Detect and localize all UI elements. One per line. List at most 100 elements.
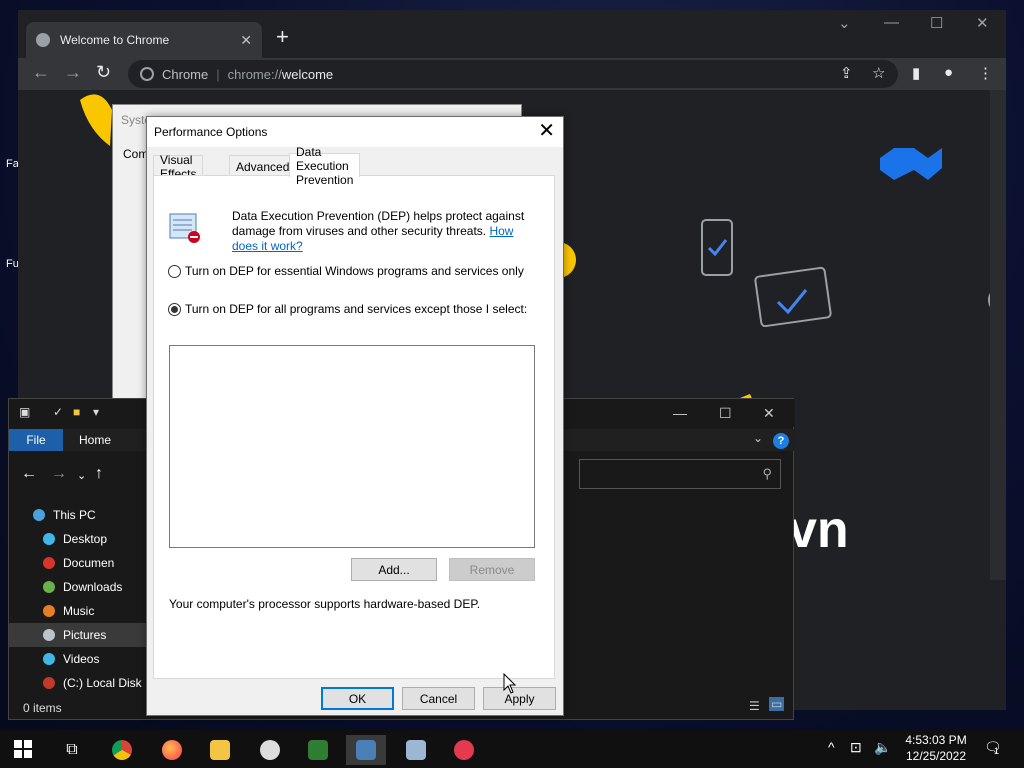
performance-options-dialog: Performance Options ✕ Visual Effects Adv…	[146, 116, 564, 716]
address-bar[interactable]: Chrome | chrome:// welcome	[128, 60, 898, 88]
qat-dropdown-icon[interactable]: ▾	[93, 405, 99, 419]
recent-locations-icon[interactable]: ⌄	[77, 469, 86, 482]
tree-item[interactable]: Documen	[9, 551, 149, 575]
new-tab-button[interactable]: +	[276, 24, 289, 50]
tab-data-execution-prevention[interactable]: Data Execution Prevention	[289, 145, 361, 187]
tab-file[interactable]: File	[9, 429, 63, 451]
tree-item[interactable]: Downloads	[9, 575, 149, 599]
clock-app-taskbar-icon[interactable]	[250, 735, 290, 765]
page-scrollbar[interactable]	[990, 90, 1006, 580]
profile-icon[interactable]: ●	[944, 64, 953, 81]
windows-start-icon[interactable]	[14, 740, 32, 758]
tab-search-icon[interactable]: ⌄	[838, 14, 851, 32]
mouse-cursor-icon	[503, 673, 517, 694]
exception-programs-list[interactable]	[169, 345, 535, 548]
tab-title: Welcome to Chrome	[60, 33, 170, 47]
cancel-button[interactable]: Cancel	[402, 687, 475, 710]
forward-icon[interactable]: →	[64, 62, 82, 83]
tab-home[interactable]: Home	[71, 429, 119, 451]
omnibox-scheme: chrome://	[227, 66, 282, 82]
forward-icon[interactable]: →	[51, 465, 67, 483]
ok-button[interactable]: OK	[321, 687, 394, 710]
maximize-icon[interactable]: ☐	[719, 405, 732, 422]
desktop-label[interactable]: Fu	[6, 258, 19, 270]
desktop-label[interactable]: Fa	[6, 158, 19, 170]
tree-item[interactable]: Videos	[9, 647, 149, 671]
dep-shield-icon	[169, 213, 200, 243]
tree-item-label: Videos	[63, 652, 100, 666]
image-viewer-taskbar-icon[interactable]	[396, 735, 436, 765]
tab-advanced[interactable]: Advanced	[229, 155, 297, 177]
tab-computer-name[interactable]: Com	[123, 147, 148, 161]
notifications-icon[interactable]: 🗨	[984, 739, 1002, 756]
close-icon[interactable]: ✕	[240, 32, 252, 49]
taskbar-clock[interactable]: 4:53:03 PM 12/25/2022	[896, 732, 976, 764]
radio-essential[interactable]	[168, 264, 181, 278]
tree-item-icon	[43, 653, 55, 665]
tree-item-label: Documen	[63, 556, 115, 570]
back-icon[interactable]: ←	[32, 62, 50, 83]
omnibox-site: Chrome	[162, 66, 209, 82]
dialog-titlebar: Performance Options ✕	[147, 117, 563, 147]
omnibox-divider: |	[216, 66, 220, 82]
back-icon[interactable]: ←	[21, 465, 37, 483]
tree-item-label: Pictures	[63, 628, 107, 642]
globe-icon	[36, 33, 50, 47]
tree-item[interactable]: Pictures	[9, 623, 149, 647]
bookmark-star-icon[interactable]: ☆	[872, 64, 885, 82]
radio-all-programs[interactable]	[168, 302, 181, 316]
up-icon[interactable]: ↑	[95, 465, 103, 483]
tree-item[interactable]: (C:) Local Disk	[9, 671, 149, 695]
maximize-icon[interactable]: ☐	[930, 14, 943, 32]
help-icon[interactable]: ?	[773, 433, 789, 449]
remove-button[interactable]: Remove	[449, 558, 535, 581]
tree-item-icon	[43, 533, 55, 545]
tab-visual-effects[interactable]: Visual Effects	[153, 153, 204, 181]
folder-icon[interactable]: ▣	[19, 405, 30, 419]
firefox-taskbar-icon[interactable]	[152, 735, 192, 765]
system-properties-taskbar-icon[interactable]	[346, 735, 386, 765]
tree-item-icon	[43, 629, 55, 641]
reload-icon[interactable]: ↻	[96, 62, 111, 83]
properties-icon[interactable]: ✓	[53, 405, 63, 419]
search-input[interactable]: ⚲	[579, 459, 781, 489]
share-icon[interactable]: ⇪	[840, 64, 853, 82]
tree-item[interactable]: Music	[9, 599, 149, 623]
radio-essential-label: Turn on DEP for essential Windows progra…	[185, 264, 524, 278]
taskbar: ⧉ ^ ⊡ 🔈 4:53:03 PM 12/25/2022 🗨 1	[0, 730, 1024, 768]
dep-tab-panel: Data Execution Prevention (DEP) helps pr…	[153, 175, 555, 679]
chrome-tab[interactable]: Welcome to Chrome ✕	[26, 22, 262, 58]
add-button[interactable]: Add...	[351, 558, 437, 581]
apply-button[interactable]: Apply	[483, 687, 556, 710]
chrome-logo-icon	[140, 67, 154, 81]
menu-icon[interactable]: ⋮	[978, 64, 993, 82]
chevron-down-icon[interactable]: ⌄	[753, 431, 763, 445]
network-icon[interactable]: ⊡	[850, 739, 862, 756]
tree-item-label: (C:) Local Disk	[63, 676, 142, 690]
close-icon[interactable]: ✕	[538, 120, 555, 142]
radio-essential-row[interactable]: Turn on DEP for essential Windows progra…	[168, 264, 524, 278]
tree-item-label: Desktop	[63, 532, 108, 546]
tree-item[interactable]: Desktop	[9, 527, 149, 551]
minimize-icon[interactable]: —	[673, 405, 687, 421]
volume-icon[interactable]: 🔈	[874, 739, 891, 756]
app-taskbar-icon[interactable]	[444, 735, 484, 765]
dep-description-text: Data Execution Prevention (DEP) helps pr…	[232, 209, 525, 238]
close-window-icon[interactable]: ✕	[763, 405, 775, 422]
spreadsheet-taskbar-icon[interactable]	[298, 735, 338, 765]
brand-text: vn	[788, 501, 849, 559]
large-icons-view-icon[interactable]: ▭	[769, 697, 785, 711]
details-view-icon[interactable]: ☰	[749, 699, 760, 713]
side-panel-icon[interactable]: ▮	[912, 64, 920, 82]
chrome-toolbar: ← → ↻ Chrome | chrome:// welcome ⇪ ☆ ▮ ●…	[18, 58, 1006, 90]
dep-description: Data Execution Prevention (DEP) helps pr…	[232, 209, 532, 254]
close-window-icon[interactable]: ✕	[976, 14, 989, 32]
task-view-icon[interactable]: ⧉	[52, 735, 92, 765]
new-folder-icon[interactable]: ■	[73, 405, 80, 419]
minimize-icon[interactable]: —	[884, 14, 899, 31]
radio-all-row[interactable]: Turn on DEP for all programs and service…	[168, 302, 527, 316]
tree-item[interactable]: This PC	[9, 503, 149, 527]
show-hidden-icons-icon[interactable]: ^	[828, 739, 835, 755]
file-explorer-taskbar-icon[interactable]	[200, 735, 240, 765]
chrome-taskbar-icon[interactable]	[102, 735, 142, 765]
